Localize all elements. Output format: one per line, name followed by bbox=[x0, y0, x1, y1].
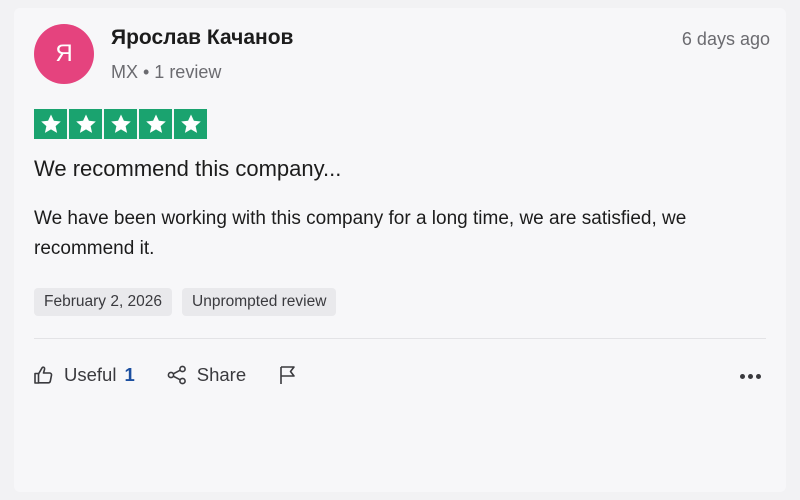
star-icon bbox=[104, 109, 137, 139]
useful-button[interactable]: Useful 1 bbox=[32, 363, 135, 387]
star-icon bbox=[69, 109, 102, 139]
report-button[interactable] bbox=[276, 363, 300, 387]
divider bbox=[34, 338, 766, 339]
share-label: Share bbox=[196, 364, 247, 385]
share-button[interactable]: Share bbox=[165, 363, 246, 387]
star-icon bbox=[139, 109, 172, 139]
useful-count: 1 bbox=[124, 364, 135, 385]
more-dots-icon bbox=[739, 373, 745, 379]
review-card: Я Ярослав Качанов MX • 1 review 6 days a… bbox=[14, 8, 786, 492]
share-icon bbox=[165, 363, 189, 387]
star-icon bbox=[174, 109, 207, 139]
star-rating bbox=[34, 109, 207, 139]
review-source-tag[interactable]: Unprompted review bbox=[182, 288, 337, 316]
review-title[interactable]: We recommend this company... bbox=[34, 156, 341, 182]
more-options-button[interactable] bbox=[736, 366, 764, 386]
useful-label: Useful bbox=[64, 364, 117, 385]
review-actions: Useful 1 Share bbox=[32, 360, 330, 390]
review-body: We have been working with this company f… bbox=[34, 208, 687, 259]
star-icon bbox=[34, 109, 67, 139]
review-tags: February 2, 2026 Unprompted review bbox=[34, 288, 337, 316]
date-of-experience-tag: February 2, 2026 bbox=[34, 288, 173, 316]
author-meta: MX • 1 review bbox=[111, 62, 222, 82]
author-name[interactable]: Ярослав Качанов bbox=[111, 26, 293, 50]
avatar[interactable]: Я bbox=[34, 24, 94, 84]
thumbs-up-icon bbox=[32, 363, 56, 387]
review-date-relative: 6 days ago bbox=[681, 29, 770, 49]
flag-icon bbox=[276, 363, 300, 387]
